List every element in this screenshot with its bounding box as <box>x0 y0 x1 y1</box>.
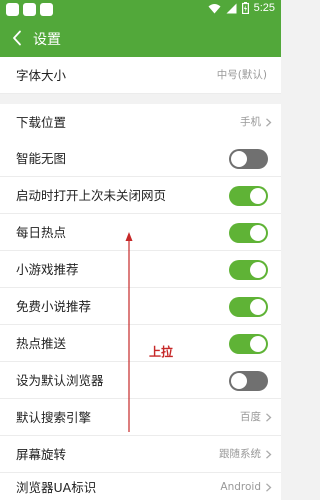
setting-restore-tabs: 启动时打开上次未关闭网页 <box>0 177 281 214</box>
app-header: 设置 <box>0 20 281 57</box>
setting-label: 小游戏推荐 <box>16 262 79 277</box>
chevron-right-icon <box>266 450 272 459</box>
setting-label: 启动时打开上次未关闭网页 <box>16 188 167 203</box>
toggle-knob <box>250 225 266 241</box>
toggle-knob <box>250 188 266 204</box>
toggle-knob <box>231 151 247 167</box>
setting-label: 字体大小 <box>16 68 67 83</box>
toggle-knob <box>250 262 266 278</box>
setting-label: 浏览器UA标识 <box>16 480 97 495</box>
setting-font-size[interactable]: 字体大小 中号(默认) <box>0 57 281 94</box>
setting-browser-ua[interactable]: 浏览器UA标识 Android <box>0 473 281 500</box>
setting-label: 热点推送 <box>16 336 67 351</box>
setting-label: 下载位置 <box>16 115 67 130</box>
chevron-right-icon <box>266 118 272 127</box>
setting-label: 默认搜索引擎 <box>16 410 92 425</box>
setting-default-browser: 设为默认浏览器 <box>0 362 281 399</box>
setting-mini-games: 小游戏推荐 <box>0 251 281 288</box>
toggle-switch[interactable] <box>229 371 268 391</box>
signal-icon <box>226 3 237 13</box>
setting-label: 每日热点 <box>16 225 67 240</box>
toggle-knob <box>231 373 247 389</box>
setting-download-location[interactable]: 下载位置 手机 <box>0 104 281 141</box>
status-time: 5:25 <box>253 2 275 14</box>
setting-value: 中号(默认) <box>216 69 267 81</box>
swipe-up-label: 上拉 <box>149 345 174 359</box>
setting-value: 跟随系统 <box>219 448 261 460</box>
toggle-switch[interactable] <box>229 186 268 206</box>
notification-icon <box>40 3 53 16</box>
notification-icons <box>6 3 53 16</box>
chevron-left-icon <box>13 30 21 46</box>
setting-value: Android <box>220 481 261 493</box>
notification-icon <box>23 3 36 16</box>
status-indicators: 5:25 <box>208 2 275 14</box>
setting-free-novels: 免费小说推荐 <box>0 288 281 325</box>
setting-smart-no-image: 智能无图 <box>0 140 281 177</box>
setting-label: 设为默认浏览器 <box>16 373 104 388</box>
setting-search-engine[interactable]: 默认搜索引擎 百度 <box>0 399 281 436</box>
setting-value: 手机 <box>240 116 261 128</box>
setting-label: 智能无图 <box>16 151 67 166</box>
setting-label: 免费小说推荐 <box>16 299 92 314</box>
setting-value: 百度 <box>240 411 261 423</box>
battery-icon <box>241 2 249 14</box>
toggle-switch[interactable] <box>229 149 268 169</box>
toggle-switch[interactable] <box>229 260 268 280</box>
status-bar: 5:25 <box>0 0 281 20</box>
setting-hot-push: 热点推送 <box>0 325 281 362</box>
toggle-switch[interactable] <box>229 297 268 317</box>
toggle-knob <box>250 336 266 352</box>
setting-daily-hot: 每日热点 <box>0 214 281 251</box>
chevron-right-icon <box>266 483 272 492</box>
wifi-icon <box>208 3 221 13</box>
toggle-switch[interactable] <box>229 334 268 354</box>
page-title: 设置 <box>33 32 61 48</box>
toggle-switch[interactable] <box>229 223 268 243</box>
back-button[interactable] <box>6 27 28 49</box>
notification-icon <box>6 3 19 16</box>
chevron-right-icon <box>266 413 272 422</box>
setting-label: 屏幕旋转 <box>16 447 67 462</box>
setting-screen-rotation[interactable]: 屏幕旋转 跟随系统 <box>0 436 281 473</box>
toggle-knob <box>250 299 266 315</box>
